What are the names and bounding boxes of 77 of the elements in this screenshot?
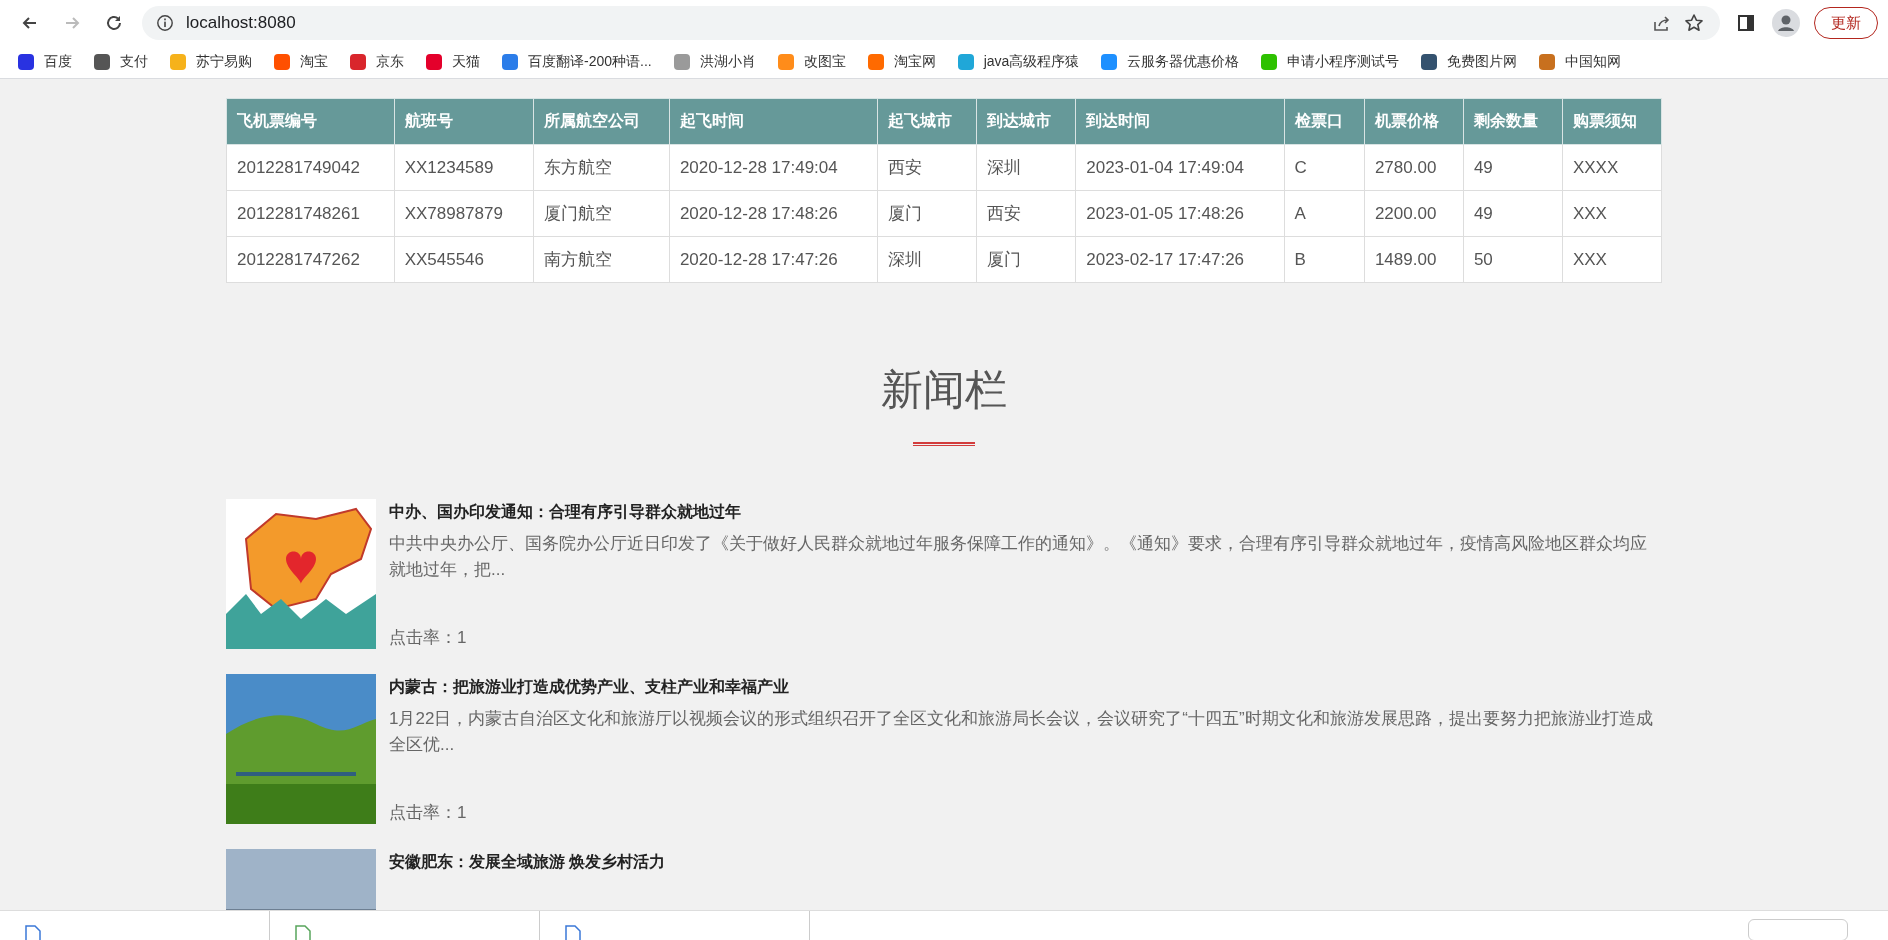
- table-cell: 2780.00: [1364, 144, 1464, 191]
- table-cell: 49: [1463, 190, 1563, 237]
- column-header: 检票口: [1284, 98, 1365, 145]
- table-cell: C: [1284, 144, 1365, 191]
- table-cell: XX78987879: [394, 190, 534, 237]
- side-panel-icon[interactable]: [1736, 13, 1756, 33]
- table-cell: 厦门航空: [533, 190, 670, 237]
- table-cell: 南方航空: [533, 236, 670, 283]
- column-header: 起飞城市: [877, 98, 977, 145]
- reload-icon: [104, 13, 124, 33]
- click-count: 点击率：1: [389, 802, 468, 825]
- bookmark-link[interactable]: 洪湖小肖: [673, 53, 756, 71]
- update-button[interactable]: 更新: [1814, 7, 1878, 39]
- table-cell: XXX: [1562, 236, 1662, 283]
- share-icon[interactable]: [1652, 13, 1672, 33]
- bookmark-link[interactable]: 申请小程序测试号: [1261, 53, 1400, 71]
- table-cell: A: [1284, 190, 1365, 237]
- bookmark-link[interactable]: java高级程序猿: [957, 53, 1080, 71]
- table-cell: XXXX: [1562, 144, 1662, 191]
- table-cell: 2023-02-17 17:47:26: [1075, 236, 1285, 283]
- bookmark-link[interactable]: 免费图片网: [1421, 53, 1518, 71]
- column-header: 到达时间: [1075, 98, 1285, 145]
- table-cell: XX545546: [394, 236, 534, 283]
- news-summary: 中共中央办公厅、国务院办公厅近日印发了《关于做好人民群众就地过年服务保障工作的通知》。《通知》要求，合理有序引导群众就地过年，疫情高风险地区群众均应就地过年，把...: [389, 533, 1648, 582]
- table-cell: 西安: [976, 190, 1076, 237]
- bookmark-link[interactable]: 京东: [350, 53, 404, 71]
- bookmark-link[interactable]: 淘宝: [274, 53, 328, 71]
- column-header: 航班号: [394, 98, 534, 145]
- bookmark-link[interactable]: 支付: [94, 53, 148, 71]
- avatar-icon[interactable]: [1772, 9, 1800, 37]
- table-cell: 2023-01-04 17:49:04: [1075, 144, 1285, 191]
- bookmark-link[interactable]: 中国知网: [1539, 53, 1622, 71]
- column-header: 所属航空公司: [533, 98, 670, 145]
- table-cell: 2023-01-05 17:48:26: [1075, 190, 1285, 237]
- table-cell: 2012281748261: [226, 190, 395, 237]
- table-cell: B: [1284, 236, 1365, 283]
- news-title[interactable]: 安徽肥东：发展全域旅游 焕发乡村活力: [389, 852, 1662, 874]
- table-cell: 厦门: [976, 236, 1076, 283]
- column-header: 购票须知: [1562, 98, 1662, 145]
- bookmark-link[interactable]: 百度: [18, 53, 72, 71]
- table-cell: 西安: [877, 144, 977, 191]
- table-cell: 2012281749042: [226, 144, 395, 191]
- table-cell: 50: [1463, 236, 1563, 283]
- url-text: localhost:8080: [186, 13, 296, 33]
- heading-underline: [913, 442, 975, 447]
- table-cell: XXX: [1562, 190, 1662, 237]
- table-cell: 2012281747262: [226, 236, 395, 283]
- table-cell: 深圳: [877, 236, 977, 283]
- table-cell: 2020-12-28 17:48:26: [669, 190, 878, 237]
- column-header: 剩余数量: [1463, 98, 1563, 145]
- column-header: 起飞时间: [669, 98, 878, 145]
- table-cell: 东方航空: [533, 144, 670, 191]
- news-title[interactable]: 内蒙古：把旅游业打造成优势产业、支柱产业和幸福产业: [389, 677, 1662, 699]
- table-cell: 2020-12-28 17:47:26: [669, 236, 878, 283]
- table-cell: 2020-12-28 17:49:04: [669, 144, 878, 191]
- table-cell: XX1234589: [394, 144, 534, 191]
- bookmark-link[interactable]: 百度翻译-200种语...: [502, 53, 652, 71]
- table-cell: 厦门: [877, 190, 977, 237]
- table-cell: 49: [1463, 144, 1563, 191]
- address-bar[interactable]: localhost:8080: [142, 6, 1720, 40]
- star-icon[interactable]: [1684, 13, 1704, 33]
- column-header: 飞机票编号: [226, 98, 395, 145]
- bookmark-link[interactable]: 天猫: [426, 53, 480, 71]
- table-cell: 2200.00: [1364, 190, 1464, 237]
- news-title[interactable]: 中办、国办印发通知：合理有序引导群众就地过年: [389, 502, 1662, 524]
- bookmark-link[interactable]: 淘宝网: [867, 53, 936, 71]
- info-icon[interactable]: [156, 14, 174, 32]
- click-count: 点击率：1: [389, 627, 468, 650]
- news-summary: 1月22日，内蒙古自治区文化和旅游厅以视频会议的形式组织召开了全区文化和旅游局长会议，会议研究了“十四五”时期文化和旅游发展思路，提出要努力把旅游业打造成全区优...: [389, 708, 1654, 757]
- table-cell: 1489.00: [1364, 236, 1464, 283]
- bookmark-link[interactable]: 苏宁易购: [170, 53, 252, 71]
- section-heading: 新闻栏: [880, 365, 1008, 415]
- column-header: 机票价格: [1364, 98, 1464, 145]
- table-cell: 深圳: [976, 144, 1076, 191]
- column-header: 到达城市: [976, 98, 1076, 145]
- bookmark-link[interactable]: 改图宝: [777, 53, 846, 71]
- bookmark-link[interactable]: 云服务器优惠价格: [1101, 53, 1240, 71]
